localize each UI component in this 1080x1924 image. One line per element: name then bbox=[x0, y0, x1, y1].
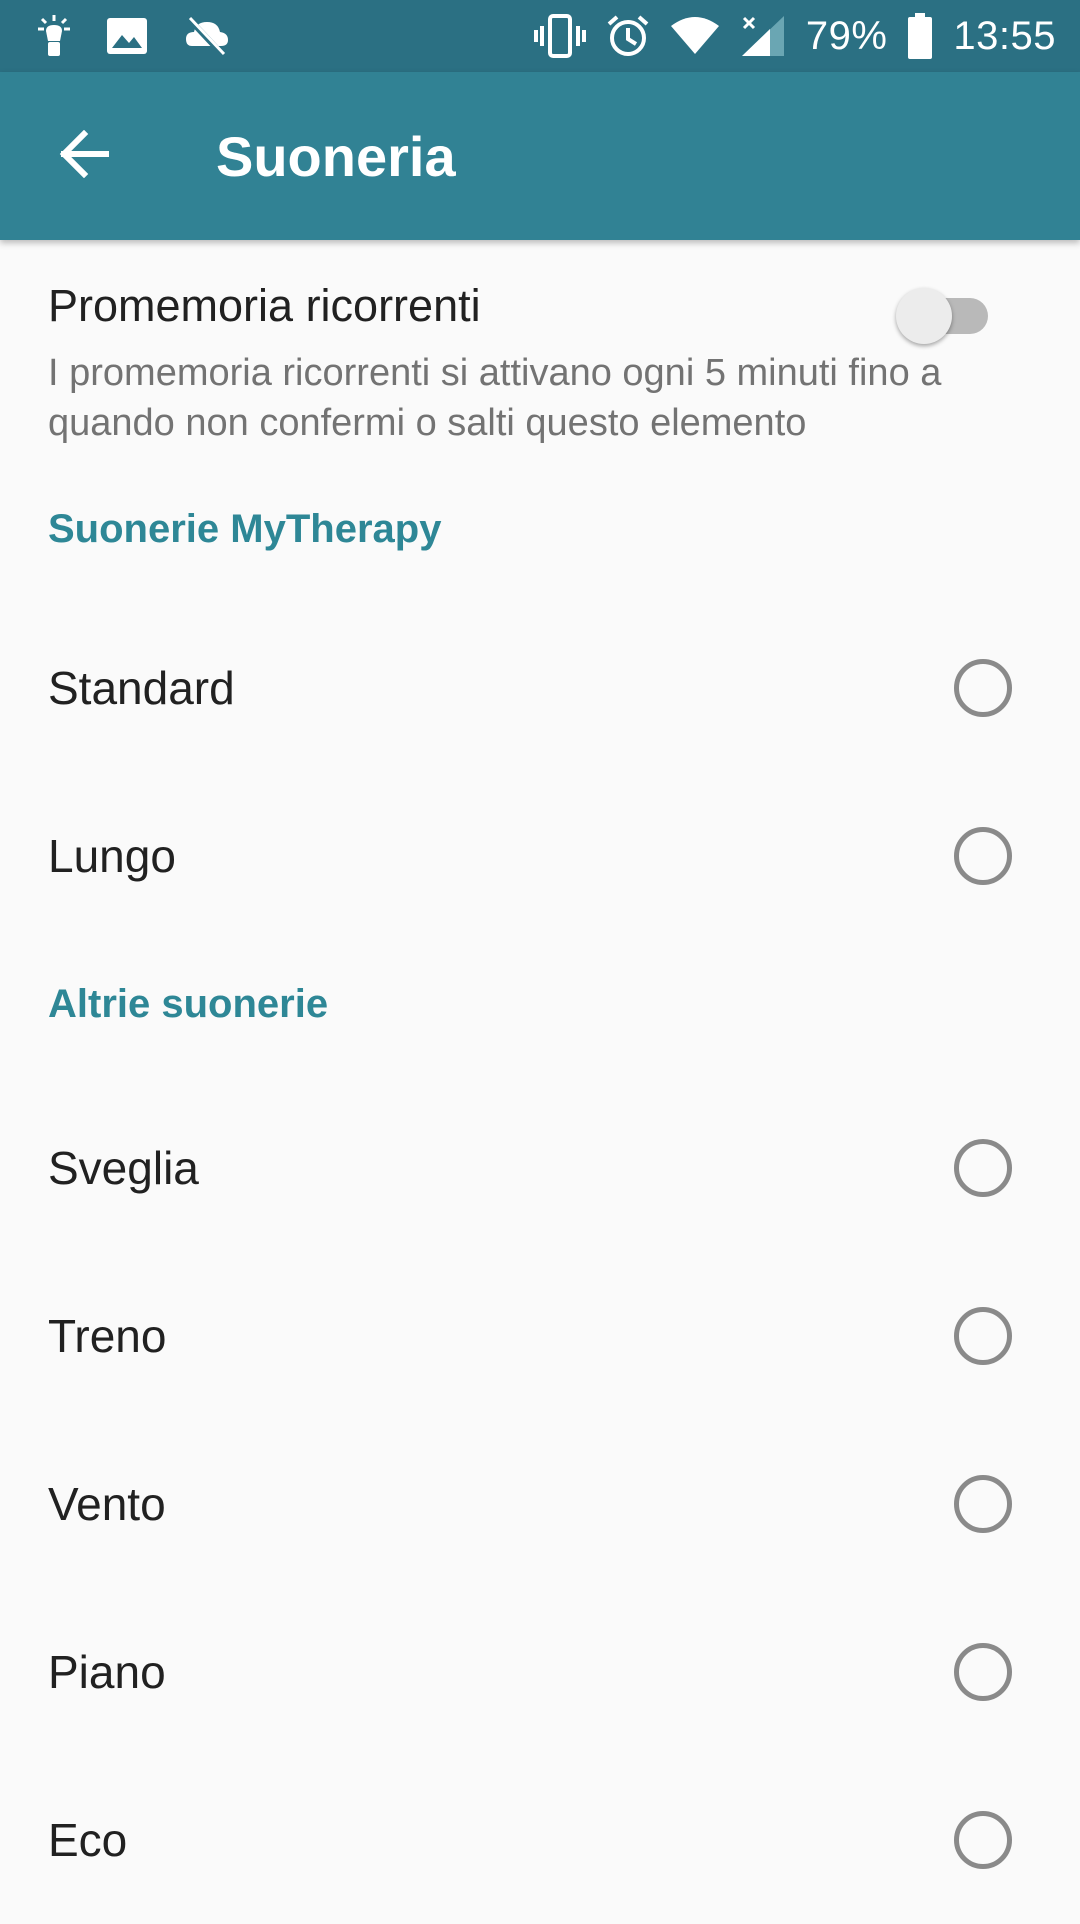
page-title: Suoneria bbox=[216, 124, 456, 188]
flashlight-icon bbox=[36, 13, 72, 59]
radio-button[interactable] bbox=[954, 827, 1012, 885]
ringtone-option-eco[interactable]: Eco bbox=[0, 1756, 1080, 1924]
ringtone-label: Sveglia bbox=[48, 1142, 199, 1194]
ringtone-option-standard[interactable]: Standard bbox=[0, 604, 1080, 772]
recurring-reminders-toggle[interactable] bbox=[896, 278, 992, 344]
radio-button[interactable] bbox=[954, 1811, 1012, 1869]
alarm-icon bbox=[606, 14, 650, 58]
ringtone-label: Eco bbox=[48, 1814, 128, 1866]
settings-list: Promemoria ricorrenti I promemoria ricor… bbox=[0, 240, 1080, 1924]
recurring-reminders-title: Promemoria ricorrenti bbox=[48, 280, 481, 331]
radio-button[interactable] bbox=[954, 1643, 1012, 1701]
section-header-mytherapy: Suonerie MyTherapy bbox=[48, 506, 442, 551]
no-sync-icon bbox=[182, 16, 230, 56]
ringtone-option-piano[interactable]: Piano bbox=[0, 1588, 1080, 1756]
image-icon bbox=[106, 17, 148, 55]
ringtone-label: Piano bbox=[48, 1646, 166, 1698]
recurring-reminders-summary: I promemoria ricorrenti si attivano ogni… bbox=[48, 352, 942, 444]
radio-button[interactable] bbox=[954, 659, 1012, 717]
vibrate-icon bbox=[533, 14, 586, 58]
ringtone-option-vento[interactable]: Vento bbox=[0, 1420, 1080, 1588]
app-bar: Suoneria bbox=[0, 72, 1080, 240]
radio-button[interactable] bbox=[954, 1307, 1012, 1365]
radio-button[interactable] bbox=[954, 1475, 1012, 1533]
recurring-reminders-setting[interactable]: Promemoria ricorrenti I promemoria ricor… bbox=[0, 240, 1080, 470]
clock: 13:55 bbox=[953, 13, 1056, 58]
ringtone-option-sveglia[interactable]: Sveglia bbox=[0, 1084, 1080, 1252]
radio-button[interactable] bbox=[954, 1139, 1012, 1197]
status-bar-right: 79% 13:55 bbox=[514, 13, 1056, 59]
status-bar: 79% 13:55 bbox=[0, 0, 1080, 72]
ringtone-label: Standard bbox=[48, 662, 235, 714]
wifi-icon bbox=[670, 16, 720, 56]
status-bar-left bbox=[36, 13, 264, 59]
ringtone-label: Vento bbox=[48, 1478, 166, 1530]
battery-percent: 79% bbox=[805, 13, 888, 58]
ringtone-label: Lungo bbox=[48, 830, 176, 882]
battery-icon bbox=[907, 13, 933, 59]
ringtone-option-lungo[interactable]: Lungo bbox=[0, 772, 1080, 940]
arrow-back-icon bbox=[58, 129, 110, 183]
ringtone-option-treno[interactable]: Treno bbox=[0, 1252, 1080, 1420]
signal-icon bbox=[740, 14, 786, 58]
back-button[interactable] bbox=[0, 72, 168, 240]
toggle-thumb bbox=[896, 288, 952, 344]
section-header-other: Altrie suonerie bbox=[48, 981, 329, 1026]
ringtone-label: Treno bbox=[48, 1310, 167, 1362]
